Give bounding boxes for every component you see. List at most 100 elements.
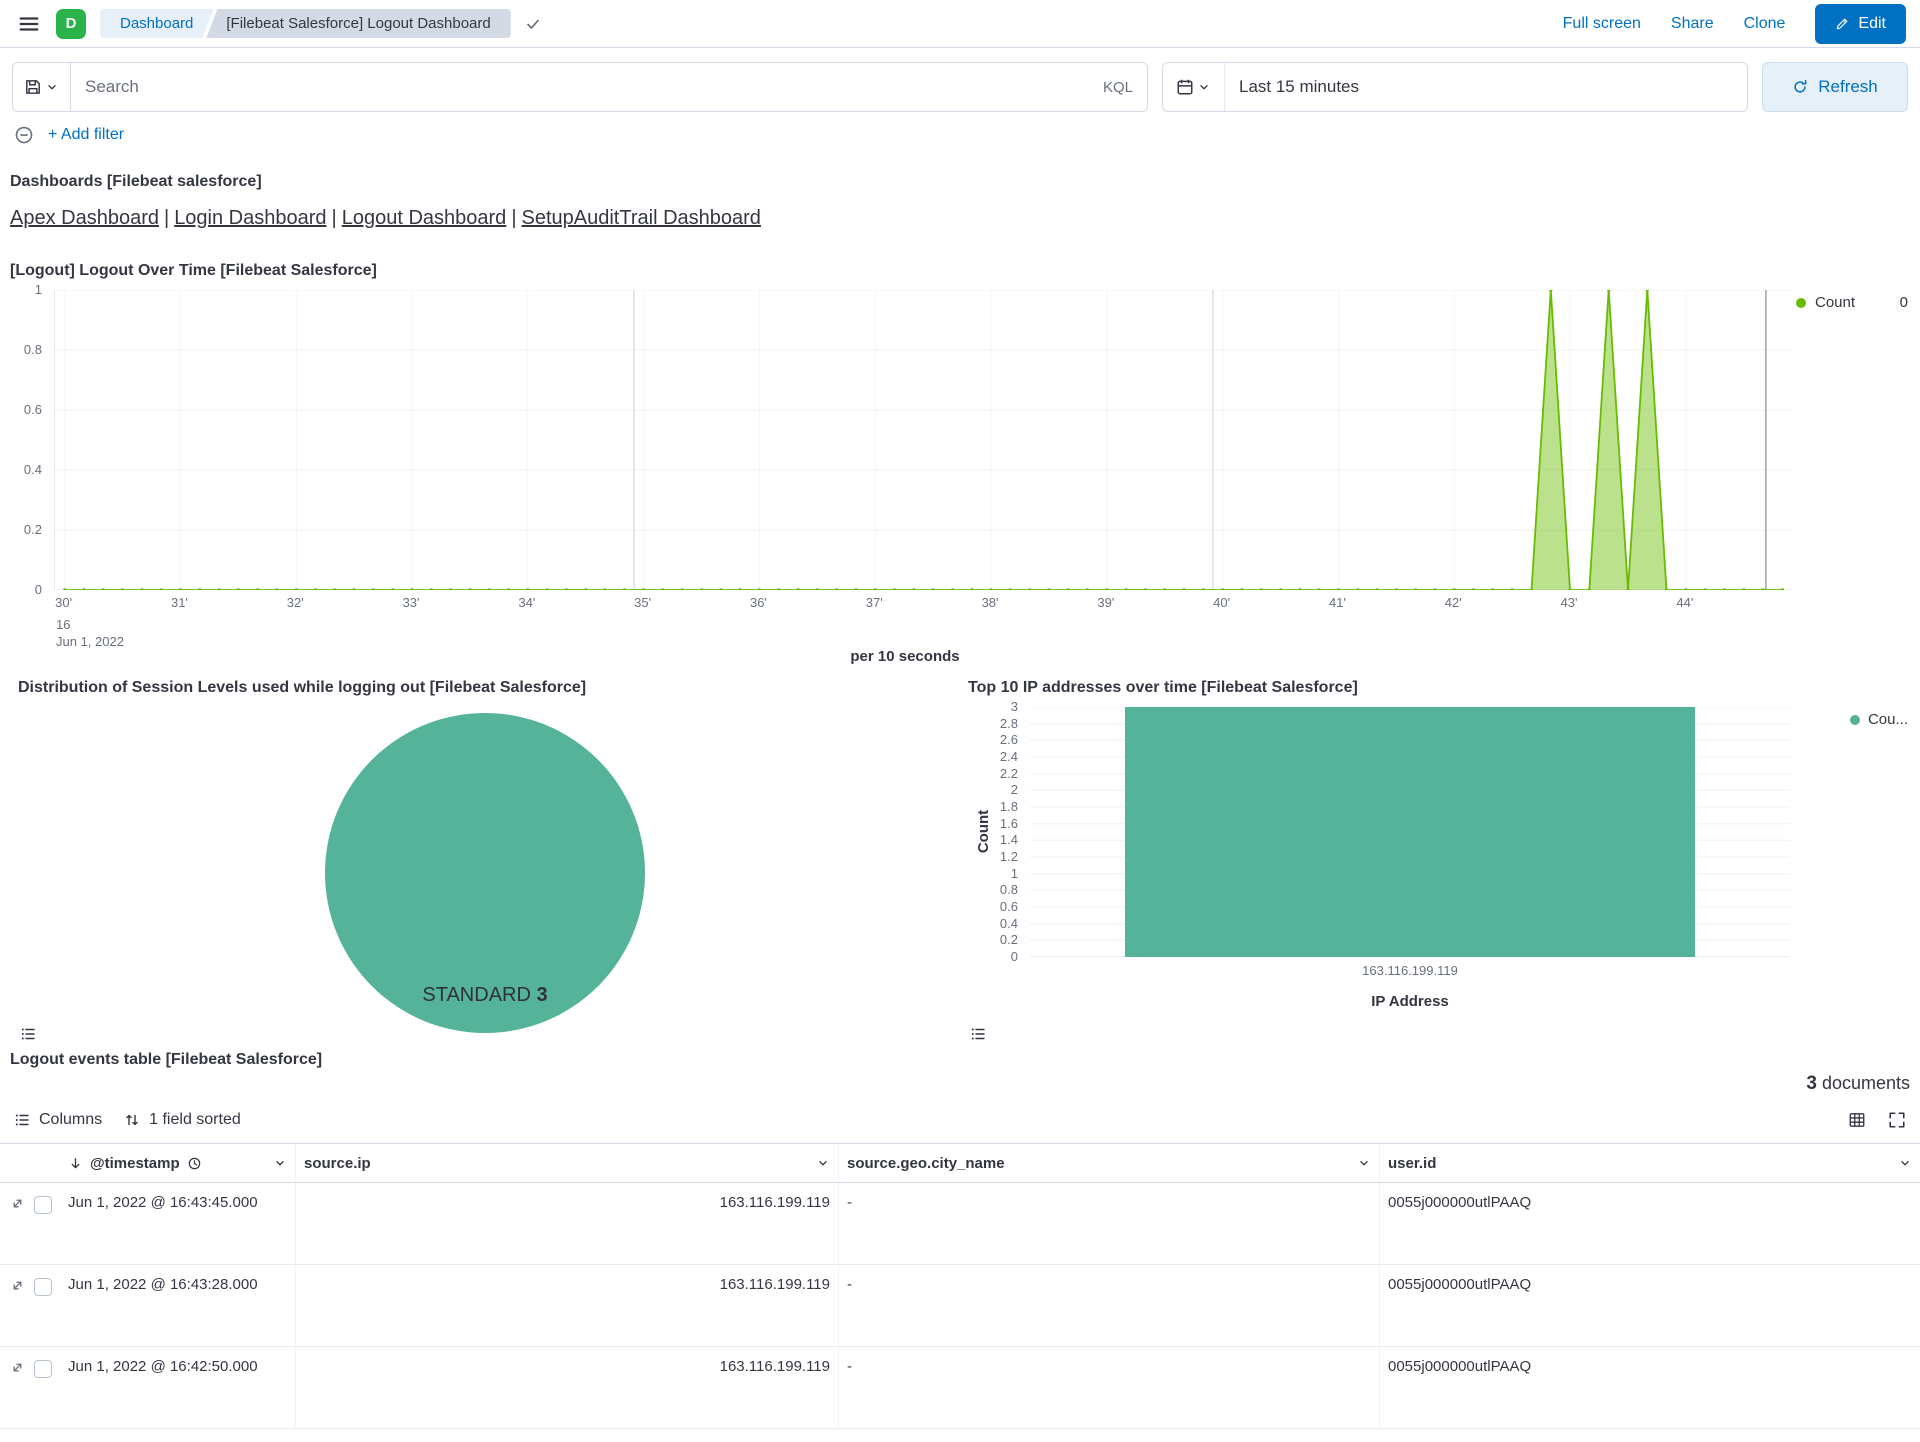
- cell-user-id[interactable]: 0055j000000utlPAAQ: [1380, 1347, 1920, 1428]
- dashboard-link-logout-dashboard[interactable]: Logout Dashboard: [342, 207, 507, 229]
- row-checkbox[interactable]: [34, 1196, 52, 1214]
- chart-legend[interactable]: Count 0: [1796, 294, 1910, 311]
- display-options-button[interactable]: [1840, 1107, 1874, 1133]
- y-axis-tick: 1.6: [1000, 817, 1018, 830]
- breadcrumb-dashboard[interactable]: Dashboard: [100, 9, 213, 38]
- column-menu-icon[interactable]: [1898, 1156, 1912, 1170]
- column-menu-icon[interactable]: [1357, 1156, 1371, 1170]
- top-navigation-bar: D Dashboard [Filebeat Salesforce] Logout…: [0, 0, 1920, 48]
- time-range-value[interactable]: Last 15 minutes: [1225, 63, 1373, 111]
- cell-user-id[interactable]: 0055j000000utlPAAQ: [1380, 1183, 1920, 1264]
- circle-minus-icon: [14, 125, 34, 145]
- x-axis-tick: 42': [1445, 596, 1462, 609]
- list-icon: [14, 1112, 30, 1128]
- search-box: KQL: [70, 62, 1148, 112]
- date-quick-select-button[interactable]: [1163, 63, 1225, 111]
- dashboard-link-setupaudittrail-dashboard[interactable]: SetupAuditTrail Dashboard: [522, 207, 761, 229]
- top-ip-bar-svg: [1030, 707, 1790, 957]
- filter-options-button[interactable]: [14, 125, 34, 145]
- list-icon: [20, 1026, 36, 1042]
- row-checkbox[interactable]: [34, 1278, 52, 1296]
- x-axis-tick: 33': [403, 596, 420, 609]
- logout-over-time-chart[interactable]: 00.20.40.60.81 30'31'32'33'34'35'36'37'3…: [10, 286, 1910, 642]
- cell-source-ip[interactable]: 163.116.199.119: [296, 1183, 839, 1264]
- y-axis-tick: 0.2: [1000, 933, 1018, 946]
- x-axis-tick: 31': [171, 596, 188, 609]
- x-axis-tick: 39': [1097, 596, 1114, 609]
- y-axis-tick: 1: [35, 283, 42, 296]
- column-header-source-geo-city-name[interactable]: source.geo.city_name: [839, 1144, 1380, 1182]
- y-axis-tick: 0.2: [24, 523, 42, 536]
- x-axis-hour-label: 16: [56, 617, 124, 634]
- space-avatar[interactable]: D: [56, 9, 86, 39]
- expand-row-icon[interactable]: [10, 1360, 25, 1375]
- legend-toggle-button[interactable]: [970, 1025, 986, 1043]
- cell-source-geo-city-name[interactable]: -: [839, 1347, 1380, 1428]
- row-controls-cell: [0, 1347, 60, 1428]
- pie-slice-standard[interactable]: STANDARD 3: [325, 713, 645, 1033]
- columns-button[interactable]: Columns: [6, 1107, 110, 1133]
- clone-button[interactable]: Clone: [1744, 15, 1786, 33]
- breadcrumb: Dashboard [Filebeat Salesforce] Logout D…: [100, 9, 511, 38]
- dashboard-link-apex-dashboard[interactable]: Apex Dashboard: [10, 207, 159, 229]
- count-series-line: [65, 290, 1783, 590]
- sort-fields-button[interactable]: 1 field sorted: [116, 1107, 249, 1133]
- cell-source-geo-city-name[interactable]: -: [839, 1265, 1380, 1346]
- column-menu-icon[interactable]: [816, 1156, 830, 1170]
- y-axis-tick: 2.8: [1000, 717, 1018, 730]
- y-axis-tick: 2.4: [1000, 750, 1018, 763]
- y-axis: 00.20.40.60.81: [10, 290, 50, 590]
- column-menu-icon[interactable]: [273, 1156, 287, 1170]
- cell-source-ip[interactable]: 163.116.199.119: [296, 1265, 839, 1346]
- cell-timestamp[interactable]: Jun 1, 2022 @ 16:43:45.000: [60, 1183, 296, 1264]
- x-axis-tick: 37': [866, 596, 883, 609]
- saved-query-menu-button[interactable]: [12, 62, 70, 112]
- fullscreen-table-button[interactable]: [1880, 1107, 1914, 1133]
- full-screen-button[interactable]: Full screen: [1563, 15, 1641, 33]
- top-ip-bar-chart[interactable]: Count 00.20.40.60.811.21.41.61.822.22.42…: [960, 697, 1910, 1029]
- x-axis-date-label: Jun 1, 2022: [56, 634, 124, 651]
- legend-toggle-button[interactable]: [20, 1025, 36, 1043]
- document-count-suffix: documents: [1822, 1073, 1910, 1093]
- chart-legend[interactable]: Cou...: [1850, 711, 1908, 728]
- cell-source-ip[interactable]: 163.116.199.119: [296, 1347, 839, 1428]
- expand-row-icon[interactable]: [10, 1196, 25, 1211]
- menu-button[interactable]: [14, 9, 44, 39]
- x-axis: 30'31'32'33'34'35'36'37'38'39'40'41'42'4…: [54, 596, 1792, 614]
- share-button[interactable]: Share: [1671, 15, 1714, 33]
- cell-source-geo-city-name[interactable]: -: [839, 1183, 1380, 1264]
- table-row: Jun 1, 2022 @ 16:42:50.000163.116.199.11…: [0, 1347, 1920, 1429]
- bar-top-ip[interactable]: [1125, 707, 1695, 957]
- dashboard-link-login-dashboard[interactable]: Login Dashboard: [174, 207, 326, 229]
- cell-user-id[interactable]: 0055j000000utlPAAQ: [1380, 1265, 1920, 1346]
- column-header-source-ip[interactable]: source.ip: [296, 1144, 839, 1182]
- hamburger-icon: [18, 13, 40, 35]
- y-axis-tick: 0.6: [1000, 900, 1018, 913]
- add-filter-button[interactable]: + Add filter: [48, 126, 124, 144]
- count-series-area[interactable]: [65, 290, 1783, 590]
- cell-timestamp[interactable]: Jun 1, 2022 @ 16:43:28.000: [60, 1265, 296, 1346]
- x-axis-tick: 44': [1676, 596, 1693, 609]
- column-header-user-id[interactable]: user.id: [1380, 1144, 1920, 1182]
- legend-value: 0: [1900, 294, 1910, 311]
- y-axis-tick: 0: [1011, 950, 1018, 963]
- row-controls-cell: [0, 1183, 60, 1264]
- y-axis-tick: 0: [35, 583, 42, 596]
- chevron-down-icon: [45, 80, 59, 94]
- refresh-button[interactable]: Refresh: [1762, 62, 1908, 112]
- edit-button[interactable]: Edit: [1815, 4, 1906, 44]
- grid-icon: [1848, 1111, 1866, 1129]
- table-row: Jun 1, 2022 @ 16:43:45.000163.116.199.11…: [0, 1183, 1920, 1265]
- query-bar: KQL Last 15 minutes Refresh: [0, 48, 1920, 112]
- expand-row-icon[interactable]: [10, 1278, 25, 1293]
- column-header-timestamp[interactable]: @timestamp: [60, 1144, 296, 1182]
- panel-session-levels-pie: Distribution of Session Levels used whil…: [10, 679, 960, 1045]
- row-checkbox[interactable]: [34, 1360, 52, 1378]
- search-input[interactable]: [85, 77, 1103, 97]
- kql-toggle[interactable]: KQL: [1103, 79, 1133, 96]
- cell-timestamp[interactable]: Jun 1, 2022 @ 16:42:50.000: [60, 1347, 296, 1428]
- area-legend-dot: [1796, 298, 1806, 308]
- table-header-row: @timestampsource.ipsource.geo.city_nameu…: [0, 1143, 1920, 1183]
- chart-row: Distribution of Session Levels used whil…: [10, 679, 1910, 1045]
- x-axis-tick: 43': [1561, 596, 1578, 609]
